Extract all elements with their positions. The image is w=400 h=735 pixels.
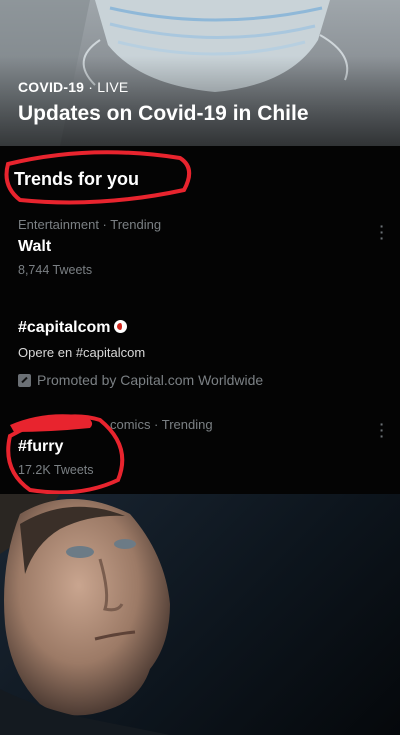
trend-name: Walt — [18, 238, 52, 255]
trend-meta: Entertainment · Trending — [18, 217, 162, 232]
promoted-label[interactable]: Promoted by Capital.com Worldwide — [18, 372, 388, 388]
trend-count: 8,744 Tweets — [18, 263, 93, 277]
trend-count: 17.2K Tweets — [18, 463, 94, 477]
live-badge: LIVE — [97, 79, 129, 95]
more-options-icon[interactable]: · · · — [374, 219, 390, 245]
trend-meta: comics · Trending — [110, 417, 213, 432]
promoted-icon — [18, 373, 31, 387]
news-headline: Updates on Covid-19 in Chile — [18, 102, 309, 125]
trend-name: #furry — [18, 438, 64, 455]
trend-item-capitalcom[interactable]: #capitalcom Opere en #capitalcom Promote… — [18, 313, 388, 388]
section-title: Trends for you — [14, 169, 140, 189]
trend-item-walt[interactable]: Entertainment · Trending Walt 8,744 Twee… — [18, 217, 388, 277]
reaction-image — [0, 494, 400, 735]
trend-description: Opere en #capitalcom — [18, 345, 146, 360]
trend-item-furry[interactable]: comics · Trending #furry 17.2K Tweets — [18, 417, 388, 477]
news-category-label: COVID-19 · LIVE — [18, 79, 129, 95]
trend-name: #capitalcom — [18, 319, 388, 337]
capitalcom-logo-icon — [114, 320, 128, 333]
more-options-icon[interactable]: · · · — [374, 417, 390, 443]
trends-panel: Trends for you Entertainment · Trending … — [0, 146, 400, 494]
covid-news-banner[interactable]: COVID-19 · LIVE Updates on Covid-19 in C… — [0, 0, 400, 146]
